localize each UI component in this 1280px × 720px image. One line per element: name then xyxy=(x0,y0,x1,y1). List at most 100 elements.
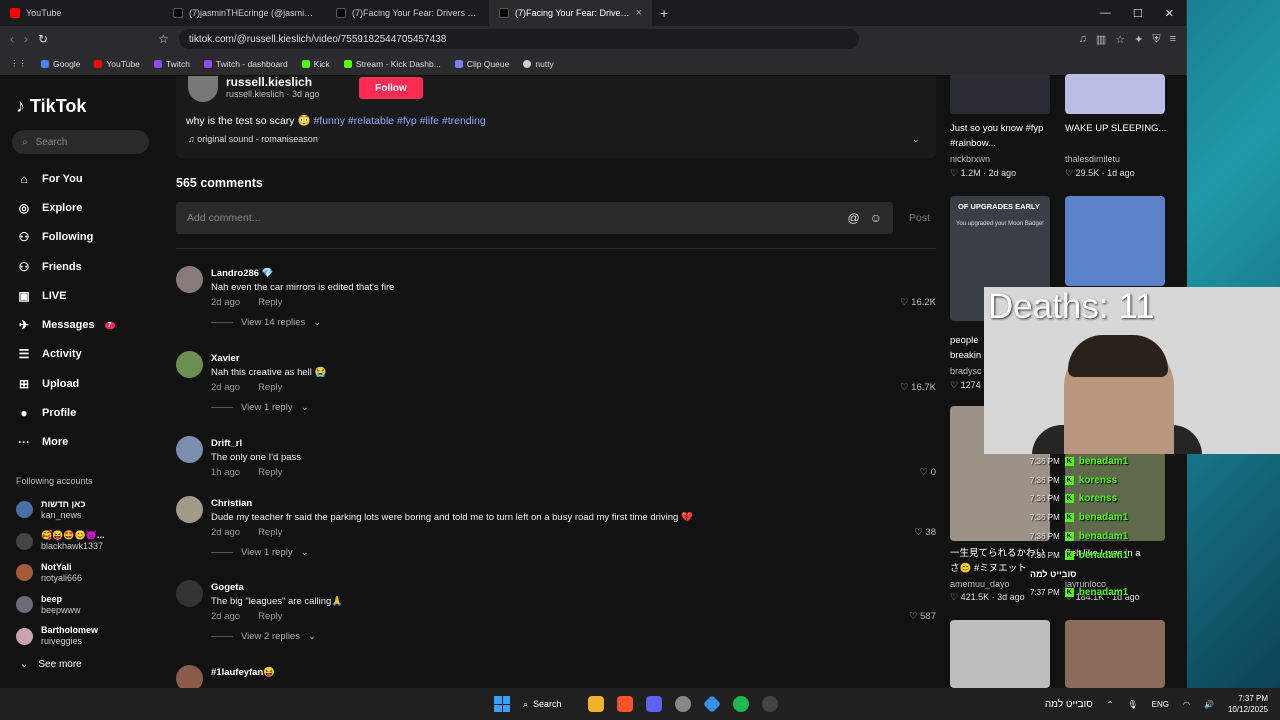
video-author[interactable]: nickbrxwn xyxy=(950,154,990,164)
bookmark-clip-queue[interactable]: Clip Queue xyxy=(454,59,509,69)
sidebar-icon[interactable]: ▥ xyxy=(1096,33,1106,46)
tab-youtube[interactable]: YouTube xyxy=(0,0,163,26)
comment-like-button[interactable]: ♡ 38 xyxy=(914,527,936,538)
following-account[interactable]: Bartholomew ruiveggies xyxy=(16,620,105,652)
video-thumbnail[interactable] xyxy=(1065,196,1165,286)
minimize-icon[interactable]: — xyxy=(1100,7,1111,20)
video-thumbnail[interactable] xyxy=(1065,620,1165,688)
nav-more[interactable]: ··· More xyxy=(16,428,115,457)
ai-icon[interactable]: ✦ xyxy=(1134,33,1143,46)
vpn-icon[interactable]: ⛨ xyxy=(1152,33,1160,46)
following-account[interactable]: כאן חדשות kan_news xyxy=(16,494,105,526)
nav-upload[interactable]: ⊞ Upload xyxy=(16,369,115,398)
discord-icon[interactable] xyxy=(646,696,662,712)
chevron-down-icon[interactable]: ⌄ xyxy=(912,134,920,145)
microphone-icon[interactable]: 🎙 xyxy=(1128,700,1138,709)
video-author[interactable]: bradysc xyxy=(950,366,984,376)
comment-like-button[interactable]: ♡ 16.2K xyxy=(900,297,936,308)
avatar[interactable] xyxy=(176,266,203,293)
comment-username[interactable]: #1laufeyfan😝 xyxy=(211,667,275,678)
video-thumbnail[interactable] xyxy=(950,74,1050,114)
sound-link[interactable]: ♫ original sound - romaniseason xyxy=(188,134,318,144)
taskbar-search[interactable]: ⌕ Search xyxy=(523,699,575,710)
comment-like-button[interactable]: ♡ 587 xyxy=(909,611,936,622)
nav-profile[interactable]: ● Profile xyxy=(16,398,115,427)
reply-button[interactable]: Reply xyxy=(258,527,282,538)
tab-facing-fear-1[interactable]: (7)Facing Your Fear: Drivers Test Anxi xyxy=(326,0,489,26)
apps-grid-icon[interactable]: ⋮⋮ xyxy=(10,58,27,69)
video-caption[interactable]: WAKE UP SLEEPING... xyxy=(1065,121,1175,136)
spotify-icon[interactable] xyxy=(733,696,749,712)
app-icon[interactable] xyxy=(675,696,691,712)
view-replies-button[interactable]: View 1 reply ⌄ xyxy=(211,402,309,413)
nav-friends[interactable]: ⚇ Friends xyxy=(16,252,115,281)
back-icon[interactable]: ‹ xyxy=(10,32,14,46)
wifi-icon[interactable]: ◠ xyxy=(1183,700,1190,709)
nav-activity[interactable]: ☰ Activity xyxy=(16,340,115,369)
brave-icon[interactable] xyxy=(617,696,633,712)
volume-icon[interactable]: 🔊 xyxy=(1204,700,1214,709)
avatar[interactable] xyxy=(176,495,203,523)
bookmarks-icon[interactable]: ☆ xyxy=(1115,33,1125,46)
following-account[interactable]: beep beepwww xyxy=(16,589,105,621)
app-icon[interactable] xyxy=(702,694,722,714)
comment-username[interactable]: Gogeta xyxy=(211,582,244,593)
add-comment-input[interactable]: Add comment... @ ☺ xyxy=(176,202,893,234)
bookmark-youtube[interactable]: YouTube xyxy=(94,59,140,69)
video-author[interactable]: amemuu_dayo xyxy=(950,579,1010,589)
view-replies-button[interactable]: View 14 replies ⌄ xyxy=(211,317,321,328)
reply-button[interactable]: Reply xyxy=(258,297,282,308)
reply-button[interactable]: Reply xyxy=(258,611,282,622)
search-input[interactable]: ⌕ Search xyxy=(12,130,149,154)
bookmark-icon[interactable]: ☆ xyxy=(158,32,169,46)
bookmark-nutty[interactable]: nutty xyxy=(523,59,554,69)
nav-for-you[interactable]: ⌂ For You xyxy=(16,164,115,193)
comment-username[interactable]: Drift_rl xyxy=(211,438,242,449)
tiktok-logo[interactable]: ♪ TikTok xyxy=(16,96,86,117)
reply-button[interactable]: Reply xyxy=(258,467,282,478)
new-tab-button[interactable]: + xyxy=(652,5,676,21)
url-field[interactable]: tiktok.com/@russell.kieslich/video/75591… xyxy=(178,29,859,49)
following-account[interactable]: 🥰😝🤩😊😈... blackhawk1337 xyxy=(16,526,105,558)
following-account[interactable]: NotYali notyali666 xyxy=(16,557,105,589)
video-thumbnail[interactable] xyxy=(950,620,1050,688)
comment-username[interactable]: Xavier xyxy=(211,353,240,364)
maximize-icon[interactable]: ☐ xyxy=(1133,7,1143,20)
hashtags[interactable]: #funny #relatable #fyp #life #trending xyxy=(313,115,485,127)
clock[interactable]: 7:37 PM 10/12/2025 xyxy=(1228,693,1268,715)
comment-username[interactable]: Christian xyxy=(211,498,252,509)
author-name[interactable]: russell.kieslich xyxy=(226,75,312,89)
app-icon[interactable] xyxy=(762,696,778,712)
menu-icon[interactable]: ≡ xyxy=(1170,33,1176,46)
emoji-icon[interactable]: ☺ xyxy=(870,211,882,225)
close-tab-icon[interactable]: × xyxy=(636,7,642,19)
language-indicator[interactable]: ENG xyxy=(1152,700,1169,709)
bookmark-twitch[interactable]: Twitch xyxy=(153,59,190,69)
avatar[interactable] xyxy=(176,350,203,378)
video-thumbnail[interactable] xyxy=(1065,74,1165,114)
tab-facing-fear-active[interactable]: (7)Facing Your Fear: Drivers Test × xyxy=(489,0,652,26)
close-window-icon[interactable]: ✕ xyxy=(1165,7,1174,20)
follow-button[interactable]: Follow xyxy=(359,77,423,99)
chevron-up-icon[interactable]: ⌃ xyxy=(1107,700,1114,709)
bookmark-twitch-dashboard[interactable]: Twitch - dashboard xyxy=(203,59,288,69)
bookmark-kick-dashboard[interactable]: Stream - Kick Dashb... xyxy=(343,59,441,69)
bookmark-google[interactable]: Google xyxy=(41,59,80,69)
media-icon[interactable]: ♫ xyxy=(1079,33,1087,46)
forward-icon[interactable]: › xyxy=(24,32,28,46)
author-avatar[interactable] xyxy=(188,76,218,102)
tab-jasmin[interactable]: (7)jasminTHEcringe (@jasminthecring xyxy=(163,0,326,26)
avatar[interactable] xyxy=(176,580,203,608)
reload-icon[interactable]: ↻ xyxy=(38,32,48,46)
reply-button[interactable]: Reply xyxy=(258,382,282,393)
mention-icon[interactable]: @ xyxy=(848,211,860,225)
video-caption[interactable]: Just so you know #fyp #rainbow... xyxy=(950,121,1060,151)
bookmark-kick[interactable]: Kick xyxy=(301,59,330,69)
post-button[interactable]: Post xyxy=(909,212,930,224)
comment-like-button[interactable]: ♡ 16.7K xyxy=(900,382,936,393)
windows-start-icon[interactable] xyxy=(494,696,510,712)
view-replies-button[interactable]: View 2 replies ⌄ xyxy=(211,631,316,642)
nav-live[interactable]: ▣ LIVE xyxy=(16,281,115,310)
file-explorer-icon[interactable] xyxy=(588,696,604,712)
nav-messages[interactable]: ✈ Messages 7 xyxy=(16,310,115,339)
